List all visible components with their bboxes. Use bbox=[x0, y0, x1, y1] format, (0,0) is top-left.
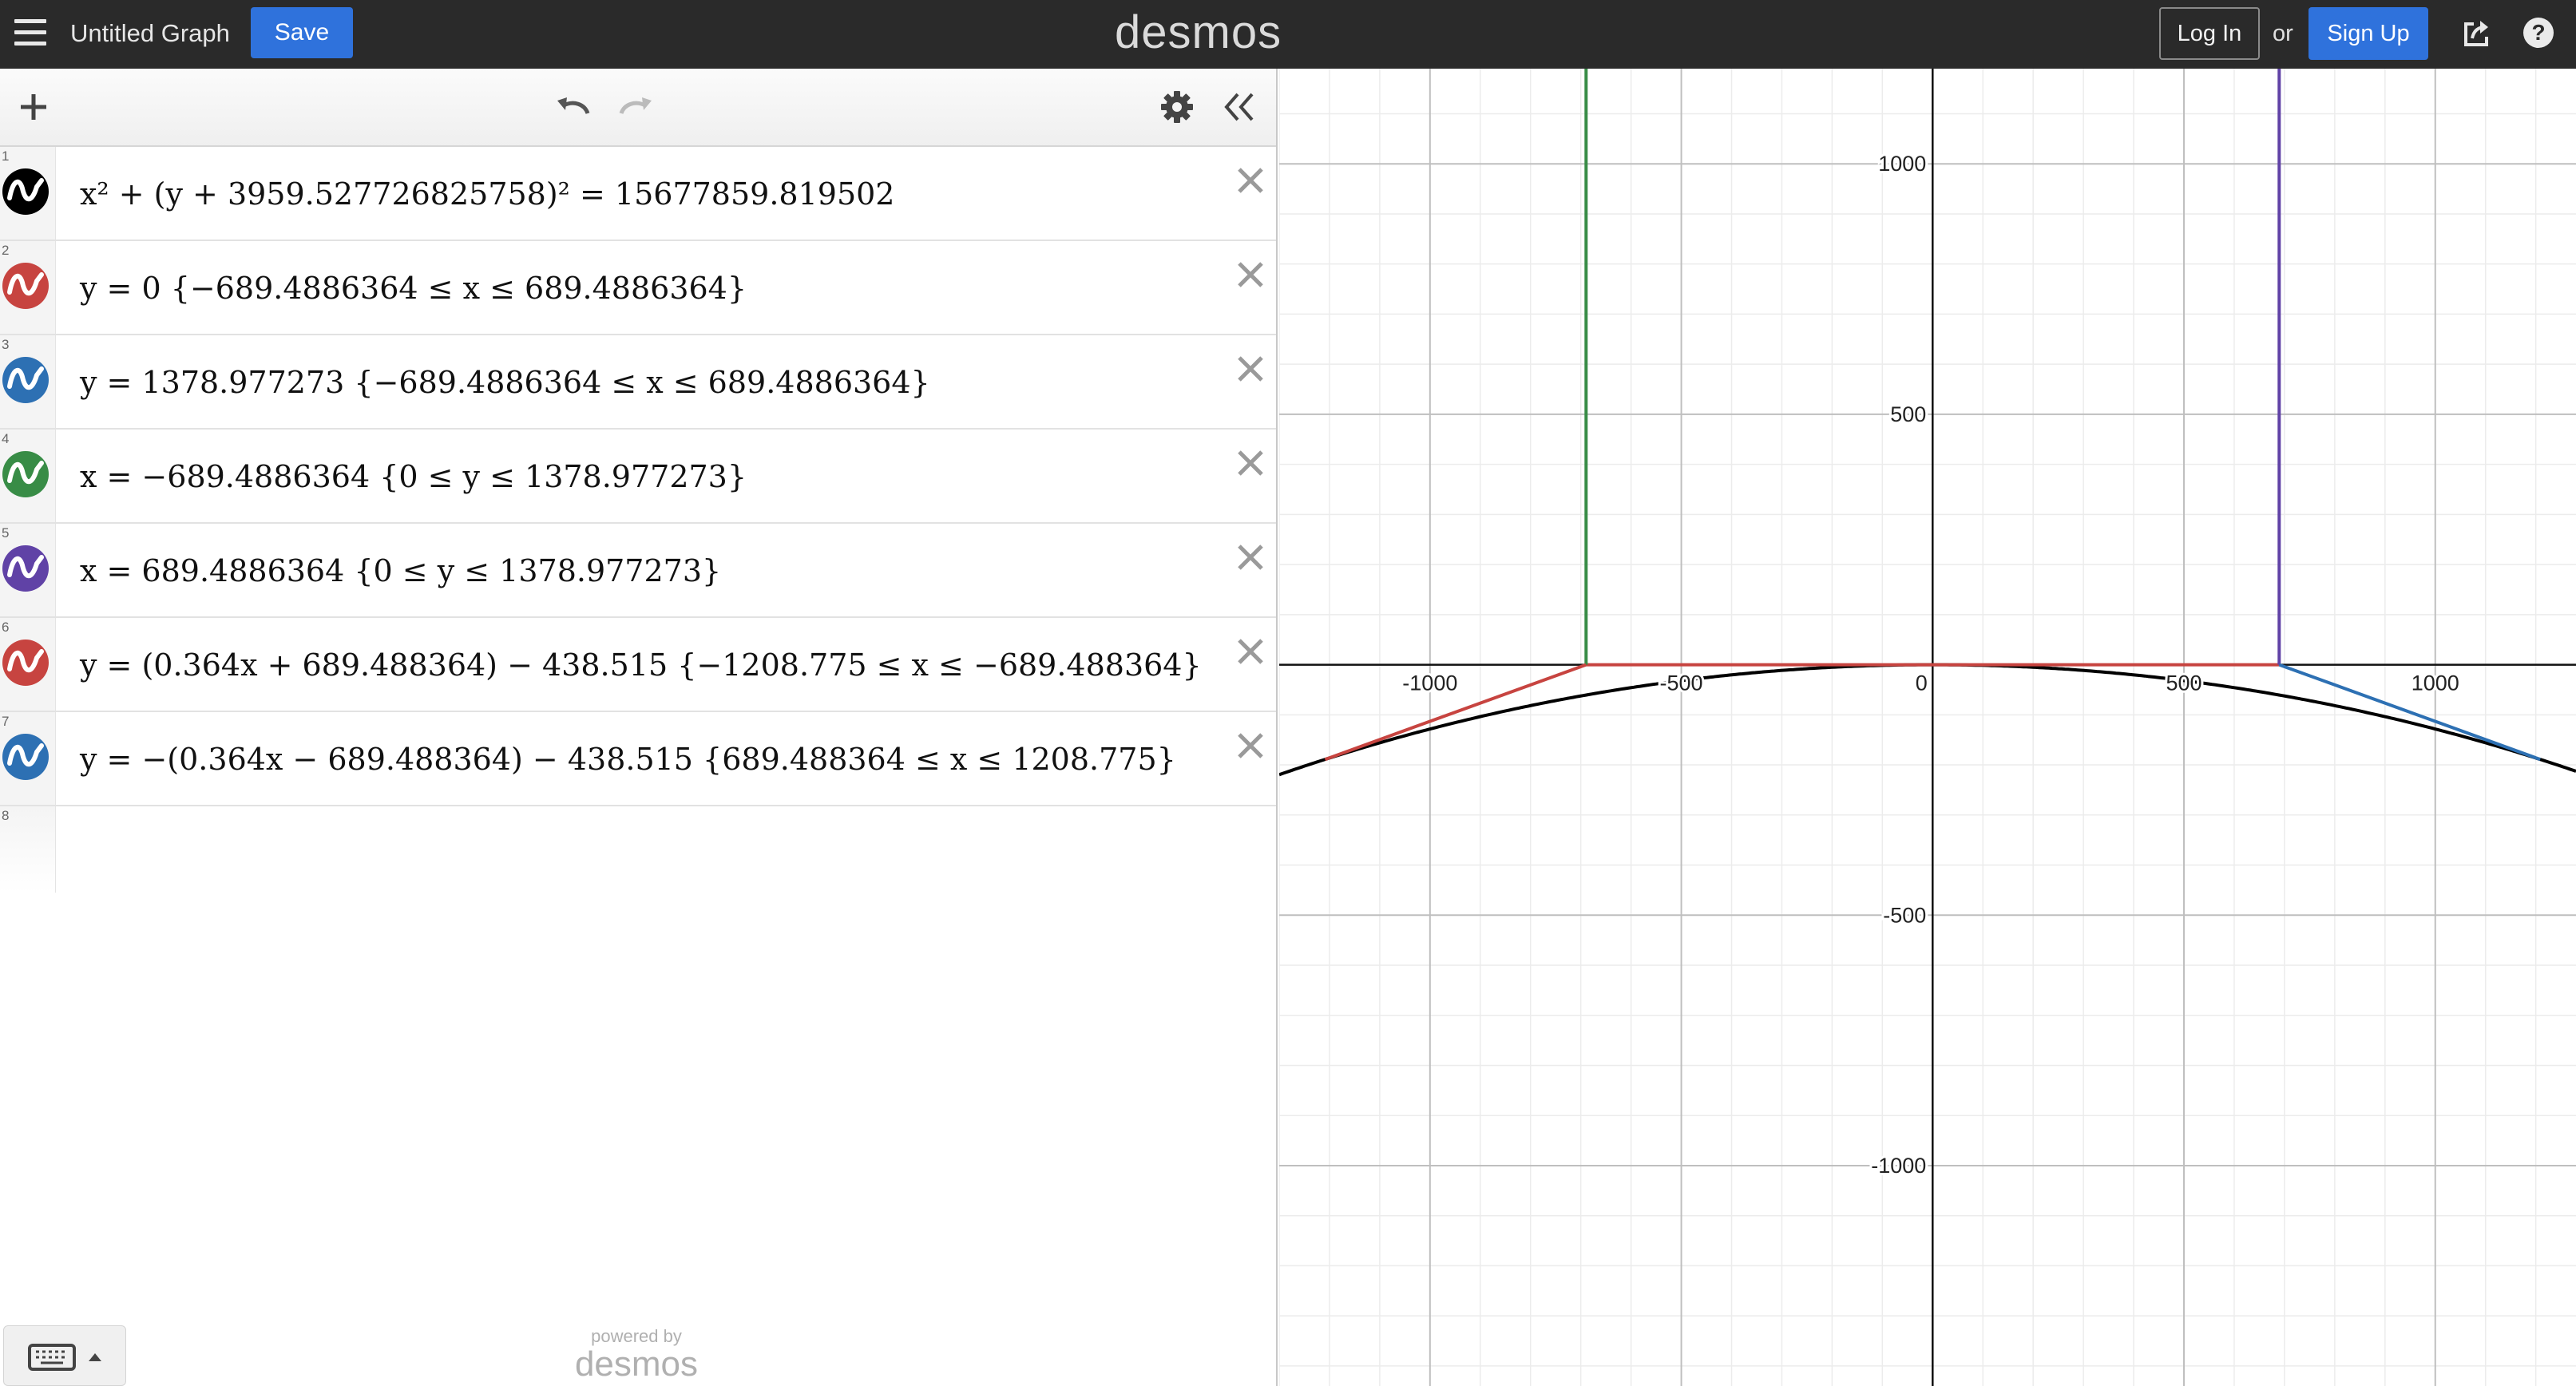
expression-gutter: 1 bbox=[0, 147, 56, 240]
expression-row[interactable]: 7 y = −(0.364x − 689.488364) − 438.515 {6… bbox=[0, 712, 1276, 806]
save-button[interactable]: Save bbox=[251, 7, 353, 58]
expression-gutter: 7 bbox=[0, 712, 56, 805]
expression-row[interactable]: 2 y = 0 {−689.4886364 ≤ x ≤ 689.4886364} bbox=[0, 241, 1276, 335]
graph-color-toggle-icon[interactable] bbox=[2, 168, 50, 216]
x-tick-label: 1000 bbox=[2412, 671, 2459, 695]
expression-number: 5 bbox=[2, 525, 10, 541]
delete-expression-icon[interactable] bbox=[1233, 728, 1268, 763]
graph-color-toggle-icon[interactable] bbox=[2, 639, 50, 687]
help-icon[interactable]: ? bbox=[2523, 18, 2554, 48]
graph-color-toggle-icon[interactable] bbox=[2, 356, 50, 404]
series-curve bbox=[2278, 663, 2541, 762]
expression-input[interactable]: x = −689.4886364 {0 ≤ y ≤ 1378.977273} bbox=[80, 430, 747, 524]
signup-button[interactable]: Sign Up bbox=[2308, 7, 2428, 60]
undo-icon[interactable] bbox=[553, 89, 594, 125]
graph-canvas[interactable]: -1000 -500 0 500 1000 1000 500 -500 -1000 bbox=[1279, 69, 2576, 1386]
expression-number: 7 bbox=[2, 714, 10, 729]
graph-color-toggle-icon[interactable] bbox=[2, 450, 50, 498]
x-tick-label: -500 bbox=[1660, 671, 1703, 695]
y-tick-label: -1000 bbox=[1871, 1154, 1926, 1178]
expression-input[interactable]: y = 1378.977273 {−689.4886364 ≤ x ≤ 689.… bbox=[80, 335, 930, 430]
powered-by-text: powered by bbox=[591, 1326, 682, 1346]
series-curve bbox=[1279, 663, 2576, 777]
expression-number: 4 bbox=[2, 431, 10, 446]
expression-row[interactable]: 1 x² + (y + 3959.527726825758)² = 1567785… bbox=[0, 147, 1276, 241]
login-button[interactable]: Log In bbox=[2159, 7, 2260, 60]
expression-number: 8 bbox=[2, 808, 10, 823]
keyboard-icon bbox=[28, 1344, 76, 1371]
delete-expression-icon[interactable] bbox=[1233, 351, 1268, 386]
or-text: or bbox=[2273, 21, 2293, 46]
expression-number: 6 bbox=[2, 620, 10, 635]
expression-number: 3 bbox=[2, 337, 10, 352]
plus-icon[interactable] bbox=[16, 89, 51, 125]
graph-paper[interactable]: -1000 -500 0 500 1000 1000 500 -500 -1000 bbox=[1279, 69, 2576, 1386]
expression-row[interactable]: 8 bbox=[0, 806, 1276, 893]
expression-row[interactable]: 6 y = (0.364x + 689.488364) − 438.515 {−1… bbox=[0, 618, 1276, 712]
expression-gutter: 2 bbox=[0, 241, 56, 334]
y-tick-label: 500 bbox=[1890, 402, 1926, 426]
expression-row[interactable]: 3 y = 1378.977273 {−689.4886364 ≤ x ≤ 689… bbox=[0, 335, 1276, 430]
expression-list: 1 x² + (y + 3959.527726825758)² = 1567785… bbox=[0, 147, 1276, 893]
caret-up-icon bbox=[89, 1353, 101, 1361]
expression-row[interactable]: 4 x = −689.4886364 {0 ≤ y ≤ 1378.977273} bbox=[0, 430, 1276, 524]
expression-gutter: 3 bbox=[0, 335, 56, 428]
delete-expression-icon[interactable] bbox=[1233, 257, 1268, 292]
x-tick-label: 0 bbox=[1916, 671, 1928, 695]
expression-row[interactable]: 5 x = 689.4886364 {0 ≤ y ≤ 1378.977273} bbox=[0, 524, 1276, 618]
expression-gutter: 8 bbox=[0, 806, 56, 893]
top-bar: Untitled Graph Save desmos Log In or Sig… bbox=[0, 0, 2576, 69]
delete-expression-icon[interactable] bbox=[1233, 446, 1268, 481]
graph-color-toggle-icon[interactable] bbox=[2, 262, 50, 310]
delete-expression-icon[interactable] bbox=[1233, 163, 1268, 198]
graph-title[interactable]: Untitled Graph bbox=[70, 18, 230, 50]
redo-icon[interactable] bbox=[615, 89, 656, 125]
expression-gutter: 6 bbox=[0, 618, 56, 711]
powered-by-desmos: powered by desmos bbox=[569, 1327, 704, 1383]
expression-input[interactable]: y = (0.364x + 689.488364) − 438.515 {−12… bbox=[80, 618, 1202, 712]
expression-toolbar bbox=[0, 69, 1276, 147]
x-tick-label: 500 bbox=[2166, 671, 2201, 695]
expression-number: 2 bbox=[2, 243, 10, 258]
gear-icon[interactable] bbox=[1159, 89, 1195, 125]
expression-input[interactable]: x² + (y + 3959.527726825758)² = 15677859… bbox=[80, 147, 894, 241]
expression-gutter: 4 bbox=[0, 430, 56, 522]
graph-color-toggle-icon[interactable] bbox=[2, 544, 50, 592]
delete-expression-icon[interactable] bbox=[1233, 634, 1268, 669]
hamburger-menu-icon[interactable] bbox=[14, 19, 46, 48]
x-tick-label: -1000 bbox=[1402, 671, 1457, 695]
y-tick-label: 1000 bbox=[1878, 152, 1926, 176]
keyboard-toggle-button[interactable] bbox=[3, 1325, 126, 1386]
powered-by-brand: desmos bbox=[574, 1344, 699, 1384]
expression-input[interactable]: x = 689.4886364 {0 ≤ y ≤ 1378.977273} bbox=[80, 524, 721, 618]
graph-color-toggle-icon[interactable] bbox=[2, 733, 50, 781]
double-chevron-left-icon[interactable] bbox=[1220, 89, 1258, 125]
expression-gutter: 5 bbox=[0, 524, 56, 616]
expression-number: 1 bbox=[2, 148, 10, 164]
delete-expression-icon[interactable] bbox=[1233, 540, 1268, 575]
y-tick-label: -500 bbox=[1883, 903, 1926, 927]
expression-input[interactable]: y = −(0.364x − 689.488364) − 438.515 {68… bbox=[80, 712, 1176, 806]
share-icon[interactable] bbox=[2461, 18, 2493, 50]
desmos-logo: desmos bbox=[1115, 6, 1282, 58]
expression-panel: 1 x² + (y + 3959.527726825758)² = 1567785… bbox=[0, 69, 1278, 1386]
expression-input[interactable]: y = 0 {−689.4886364 ≤ x ≤ 689.4886364} bbox=[80, 241, 747, 335]
